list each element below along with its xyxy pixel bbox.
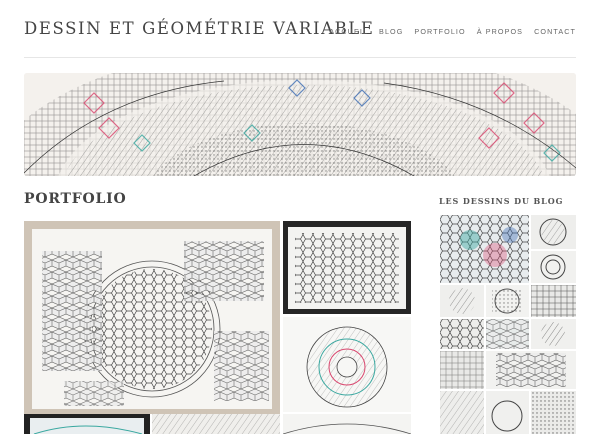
nav-item-portfolio[interactable]: PORTFOLIO	[414, 27, 465, 36]
sidebar-thumb-row5-3[interactable]	[531, 391, 576, 434]
sidebar-thumb-colored-hexagons[interactable]	[440, 215, 529, 283]
sidebar-thumb-row4-1[interactable]	[440, 351, 484, 389]
portfolio-image-bottom-left[interactable]	[24, 414, 150, 434]
nav-item-contact[interactable]: CONTACT	[534, 27, 576, 36]
header-banner-image	[24, 73, 576, 176]
portfolio-image-bottom-right[interactable]	[283, 414, 411, 434]
sidebar-thumb-row3-3[interactable]	[531, 319, 576, 349]
main-nav: ACCUEIL BLOG PORTFOLIO À PROPOS CONTACT	[329, 27, 576, 36]
portfolio-image-bottom-middle[interactable]	[152, 414, 280, 434]
portfolio-image-hexagon-grid[interactable]	[283, 221, 411, 314]
portfolio-image-radial-mandala[interactable]	[283, 317, 411, 412]
sidebar-thumb-row5-2[interactable]	[486, 391, 529, 434]
nav-item-accueil[interactable]: ACCUEIL	[329, 27, 368, 36]
nav-item-a-propos[interactable]: À PROPOS	[477, 27, 523, 36]
site-header: DESSIN ET GÉOMÉTRIE VARIABLE ACCUEIL BLO…	[24, 0, 576, 58]
sidebar-thumb-row3-1[interactable]	[440, 319, 484, 349]
sidebar-thumb-row4-2[interactable]	[486, 351, 576, 389]
page-title: PORTFOLIO	[24, 191, 127, 207]
portfolio-image-hexagon-circle[interactable]	[24, 221, 280, 414]
sidebar-thumb-row2-1[interactable]	[440, 285, 484, 317]
sidebar-thumb-row3-2[interactable]	[486, 319, 529, 349]
sidebar-thumb-circle-top-right-2[interactable]	[531, 251, 576, 283]
nav-item-blog[interactable]: BLOG	[379, 27, 403, 36]
site-title[interactable]: DESSIN ET GÉOMÉTRIE VARIABLE	[24, 19, 375, 38]
sidebar-title: LES DESSINS DU BLOG	[439, 196, 564, 206]
sidebar-thumb-row2-2[interactable]	[486, 285, 529, 317]
sidebar-thumb-circle-top-right-1[interactable]	[531, 215, 576, 249]
sidebar-thumb-row2-3[interactable]	[531, 285, 576, 317]
sidebar-thumb-row5-1[interactable]	[440, 391, 484, 434]
